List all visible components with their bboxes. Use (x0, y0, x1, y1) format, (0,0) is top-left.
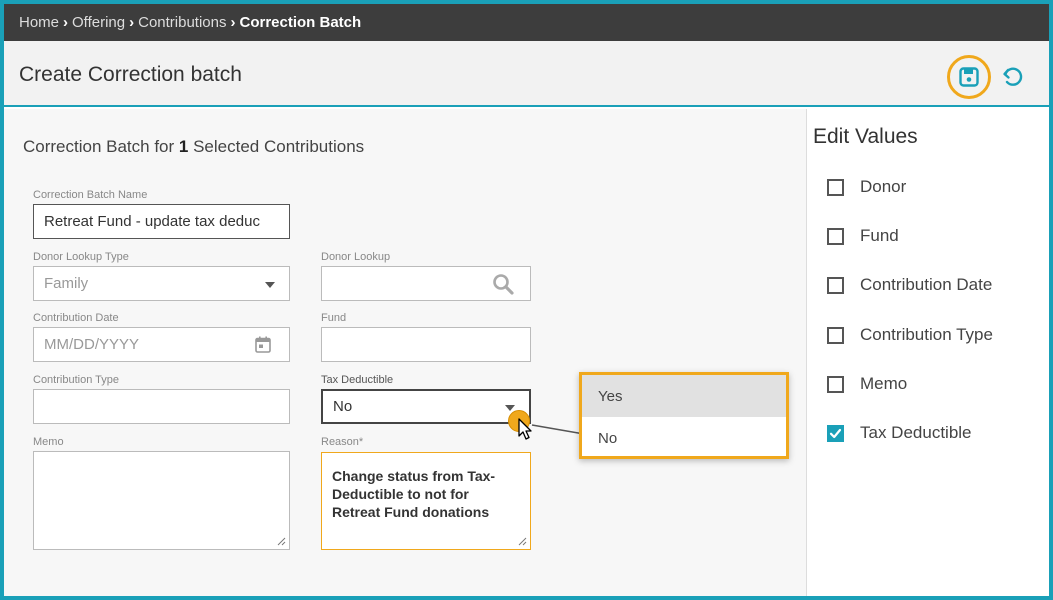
chevron-right-icon: › (129, 14, 135, 31)
contribution-date-label: Contribution Date (33, 312, 119, 324)
breadcrumb-contributions[interactable]: Contributions (138, 14, 226, 31)
edit-option-memo[interactable]: Memo (827, 374, 907, 394)
donor-lookup-type-value: Family (44, 275, 89, 292)
checkbox-checked-icon[interactable] (827, 424, 844, 442)
edit-option-label: Contribution Type (860, 325, 993, 344)
breadcrumb: Home › Offering › Contributions › Correc… (4, 4, 1049, 41)
donor-lookup-label: Donor Lookup (321, 251, 391, 263)
chevron-right-icon: › (63, 14, 69, 31)
batch-name-value: Retreat Fund - update tax deduc (44, 213, 260, 230)
calendar-icon[interactable] (255, 336, 271, 353)
checkbox-icon[interactable] (827, 227, 844, 245)
memo-textarea[interactable] (33, 451, 290, 550)
breadcrumb-offering[interactable]: Offering (72, 14, 125, 31)
search-icon[interactable] (492, 273, 514, 295)
resize-handle-icon[interactable] (277, 537, 286, 546)
edit-option-label: Tax Deductible (860, 423, 972, 442)
reason-value: Change status from Tax-Deductible to not… (332, 468, 496, 520)
subtitle-prefix: Correction Batch for (23, 137, 179, 156)
batch-name-label: Correction Batch Name (33, 189, 148, 201)
contribution-type-input[interactable] (33, 389, 290, 424)
dropdown-option-yes[interactable]: Yes (582, 375, 786, 417)
subtitle-suffix: Selected Contributions (188, 137, 365, 156)
edit-option-tax-deductible[interactable]: Tax Deductible (827, 423, 972, 443)
contribution-type-label: Contribution Type (33, 374, 120, 386)
form-subtitle: Correction Batch for 1 Selected Contribu… (23, 137, 364, 157)
caret-down-icon (265, 281, 275, 288)
checkmark-icon (829, 428, 842, 438)
edit-values-title: Edit Values (813, 125, 918, 148)
edit-option-label: Contribution Date (860, 275, 993, 294)
edit-option-label: Donor (860, 177, 907, 196)
edit-values-panel: Edit Values Donor Fund Contribution Date… (806, 109, 1049, 596)
selected-count: 1 (178, 137, 189, 156)
edit-option-label: Fund (860, 226, 899, 245)
floppy-disk-icon (959, 67, 979, 87)
tax-deductible-label: Tax Deductible (321, 374, 394, 386)
contribution-date-placeholder: MM/DD/YYYY (44, 336, 140, 353)
donor-lookup-input[interactable] (321, 266, 531, 301)
memo-label: Memo (33, 436, 64, 448)
edit-option-donor[interactable]: Donor (827, 177, 906, 197)
undo-icon[interactable] (1001, 65, 1025, 89)
reason-textarea[interactable]: Change status from Tax-Deductible to not… (321, 452, 531, 550)
batch-name-input[interactable]: Retreat Fund - update tax deduc (33, 204, 290, 239)
mouse-pointer-icon (518, 418, 532, 440)
page-header: Create Correction batch (4, 41, 1049, 107)
resize-handle-icon[interactable] (518, 537, 527, 546)
tax-deductible-select[interactable]: No (321, 389, 531, 424)
tax-deductible-dropdown: Yes No (579, 372, 789, 459)
edit-option-fund[interactable]: Fund (827, 226, 899, 246)
edit-option-contribution-type[interactable]: Contribution Type (827, 325, 993, 345)
checkbox-icon[interactable] (827, 178, 844, 196)
page-title: Create Correction batch (19, 63, 242, 86)
edit-option-contribution-date[interactable]: Contribution Date (827, 275, 992, 295)
chevron-right-icon: › (230, 14, 236, 31)
tax-deductible-value: No (333, 398, 353, 415)
reason-label: Reason* (321, 436, 364, 448)
dropdown-option-no[interactable]: No (582, 417, 786, 459)
donor-lookup-type-label: Donor Lookup Type (33, 251, 129, 263)
checkbox-icon[interactable] (827, 276, 844, 294)
breadcrumb-current: Correction Batch (239, 14, 362, 31)
save-button[interactable] (947, 55, 991, 99)
fund-label: Fund (321, 312, 347, 324)
checkbox-icon[interactable] (827, 326, 844, 344)
fund-input[interactable] (321, 327, 531, 362)
donor-lookup-type-select[interactable]: Family (33, 266, 290, 301)
contribution-date-input[interactable]: MM/DD/YYYY (33, 327, 290, 362)
checkbox-icon[interactable] (827, 375, 844, 393)
app-frame: Home › Offering › Contributions › Correc… (0, 0, 1053, 600)
correction-form: Correction Batch for 1 Selected Contribu… (4, 109, 806, 596)
breadcrumb-home[interactable]: Home (19, 14, 59, 31)
edit-option-label: Memo (860, 374, 908, 393)
